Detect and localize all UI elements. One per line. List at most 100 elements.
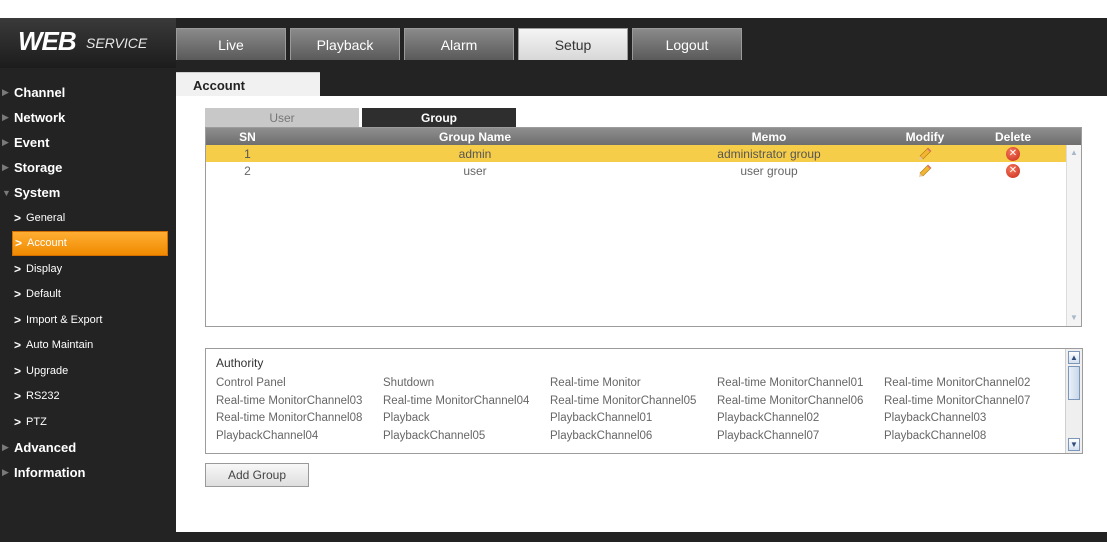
sidebar-item-storage[interactable]: ▶ Storage (0, 155, 168, 180)
sidebar-item-event[interactable]: ▶ Event (0, 130, 168, 155)
delete-x-icon[interactable]: ✕ (1006, 146, 1020, 161)
authority-item: Real-time MonitorChannel07 (884, 394, 1031, 407)
cell-group-name: user (463, 163, 487, 178)
table-scrollbar[interactable]: ▲ ▼ (1066, 145, 1081, 326)
cell-memo: user group (740, 163, 798, 178)
chevron-down-icon[interactable]: ▼ (1069, 313, 1079, 323)
sidebar-subitem-label: Auto Maintain (26, 339, 94, 352)
logo-service-text: SERVICE (86, 35, 148, 51)
sidebar-item-label: Channel (14, 85, 66, 100)
cell-sn: 2 (244, 163, 251, 178)
authority-item: PlaybackChannel03 (884, 412, 987, 424)
cell-modify (877, 162, 973, 179)
authority-item: PlaybackChannel01 (550, 412, 653, 424)
authority-scrollbar[interactable]: ▲ ▼ (1065, 349, 1082, 453)
authority-item: PlaybackChannel07 (717, 429, 820, 442)
sidebar-item-label: Advanced (14, 439, 77, 455)
authority-item: Playback (383, 412, 430, 424)
chevron-right-icon: > (14, 287, 22, 302)
nav-tab-setup[interactable]: Setup (518, 28, 628, 60)
sidebar-subitem-label: Default (26, 288, 61, 301)
sidebar-item-advanced[interactable]: ▶ Advanced (0, 435, 168, 460)
cell-modify (877, 145, 973, 162)
sidebar-subitem-label: PTZ (26, 415, 47, 428)
authority-item: Control Panel (216, 377, 286, 389)
chevron-right-icon: > (14, 363, 22, 378)
authority-item: Real-time MonitorChannel03 (216, 394, 363, 407)
sidebar-subitem-label: Import & Export (26, 313, 103, 326)
nav-tab-live[interactable]: Live (176, 28, 286, 60)
table-row[interactable]: 1 admin administrator group ✕ (206, 145, 1081, 162)
chevron-right-icon: > (14, 261, 22, 276)
group-table: SN Group Name Memo Modify Delete 1 admin… (205, 127, 1082, 327)
cell-delete: ✕ (973, 145, 1053, 162)
authority-item: Real-time MonitorChannel06 (717, 394, 864, 407)
authority-item: PlaybackChannel05 (383, 429, 486, 442)
chevron-up-icon[interactable]: ▲ (1069, 148, 1079, 158)
sidebar-subitem-display[interactable]: > Display (0, 256, 168, 282)
main-nav: Live Playback Alarm Setup Logout (176, 28, 746, 62)
column-header-delete: Delete (994, 129, 1032, 144)
chevron-right-icon: > (14, 389, 22, 404)
sidebar-item-system[interactable]: ▼ System (0, 180, 168, 205)
authority-item: PlaybackChannel06 (550, 429, 653, 442)
page-tab-account: Account (176, 72, 320, 98)
subtab-user[interactable]: User (205, 108, 359, 127)
triangle-right-icon: ▶ (2, 466, 9, 477)
sidebar-subitem-label: Upgrade (26, 364, 69, 377)
chevron-right-icon: > (14, 210, 22, 225)
sidebar-item-information[interactable]: ▶ Information (0, 460, 168, 485)
subtab-group[interactable]: Group (362, 108, 516, 127)
table-header: SN Group Name Memo Modify Delete (206, 128, 1081, 145)
chevron-right-icon: > (14, 312, 22, 327)
chevron-right-icon: > (14, 338, 22, 353)
cell-delete: ✕ (973, 162, 1053, 179)
authority-item: Real-time MonitorChannel04 (383, 394, 530, 407)
authority-list: Control Panel Shutdown Real-time Monitor… (216, 377, 1066, 447)
add-group-button[interactable]: Add Group (205, 463, 309, 487)
table-row[interactable]: 2 user user group ✕ (206, 162, 1081, 179)
triangle-down-icon: ▼ (2, 187, 11, 198)
authority-item: Real-time Monitor (550, 377, 641, 389)
sidebar-subitem-import-export[interactable]: > Import & Export (0, 307, 168, 333)
sidebar-item-network[interactable]: ▶ Network (0, 105, 168, 130)
sidebar-subitem-upgrade[interactable]: > Upgrade (0, 358, 168, 384)
authority-item: Real-time MonitorChannel01 (717, 377, 864, 389)
authority-item: PlaybackChannel08 (884, 429, 987, 442)
sidebar-subitem-rs232[interactable]: > RS232 (0, 384, 168, 410)
sidebar-subitem-label: RS232 (26, 390, 60, 403)
triangle-right-icon: ▶ (2, 137, 9, 147)
authority-item: Real-time MonitorChannel05 (550, 394, 697, 407)
chevron-down-icon[interactable]: ▼ (1068, 438, 1080, 451)
sidebar-subitem-label: General (26, 211, 66, 224)
sidebar-item-channel[interactable]: ▶ Channel (0, 80, 168, 105)
pencil-icon[interactable] (918, 147, 932, 161)
delete-x-icon[interactable]: ✕ (1006, 163, 1020, 178)
sidebar-subitem-general[interactable]: > General (0, 205, 168, 231)
sidebar-item-label: Storage (14, 160, 63, 175)
sidebar-subitem-ptz[interactable]: > PTZ (0, 409, 168, 435)
authority-title: Authority (216, 356, 264, 370)
authority-item: PlaybackChannel04 (216, 429, 319, 442)
sidebar-item-label: System (14, 185, 61, 200)
subtabs: User Group (205, 108, 519, 127)
nav-tab-playback[interactable]: Playback (290, 28, 400, 60)
chevron-right-icon: > (15, 236, 23, 251)
web-service-app: WEB SERVICE Live Playback Alarm Setup Lo… (0, 0, 1107, 542)
authority-item: Real-time MonitorChannel02 (884, 377, 1031, 389)
sidebar-subitem-auto-maintain[interactable]: > Auto Maintain (0, 333, 168, 359)
sidebar-subitem-account[interactable]: > Account (12, 230, 168, 256)
column-header-memo: Memo (751, 129, 787, 144)
sidebar-subitem-label: Account (27, 237, 67, 250)
pencil-icon[interactable] (918, 164, 932, 178)
scrollbar-thumb[interactable] (1068, 366, 1080, 400)
nav-tab-logout[interactable]: Logout (632, 28, 742, 60)
chevron-up-icon[interactable]: ▲ (1068, 351, 1080, 364)
logo-web-text: WEB (18, 26, 77, 56)
triangle-right-icon: ▶ (2, 441, 9, 452)
nav-tab-alarm[interactable]: Alarm (404, 28, 514, 60)
sidebar-item-label: Information (14, 464, 86, 480)
cell-memo: administrator group (717, 146, 821, 161)
sidebar-subitem-label: Display (26, 262, 63, 275)
sidebar-subitem-default[interactable]: > Default (0, 282, 168, 308)
